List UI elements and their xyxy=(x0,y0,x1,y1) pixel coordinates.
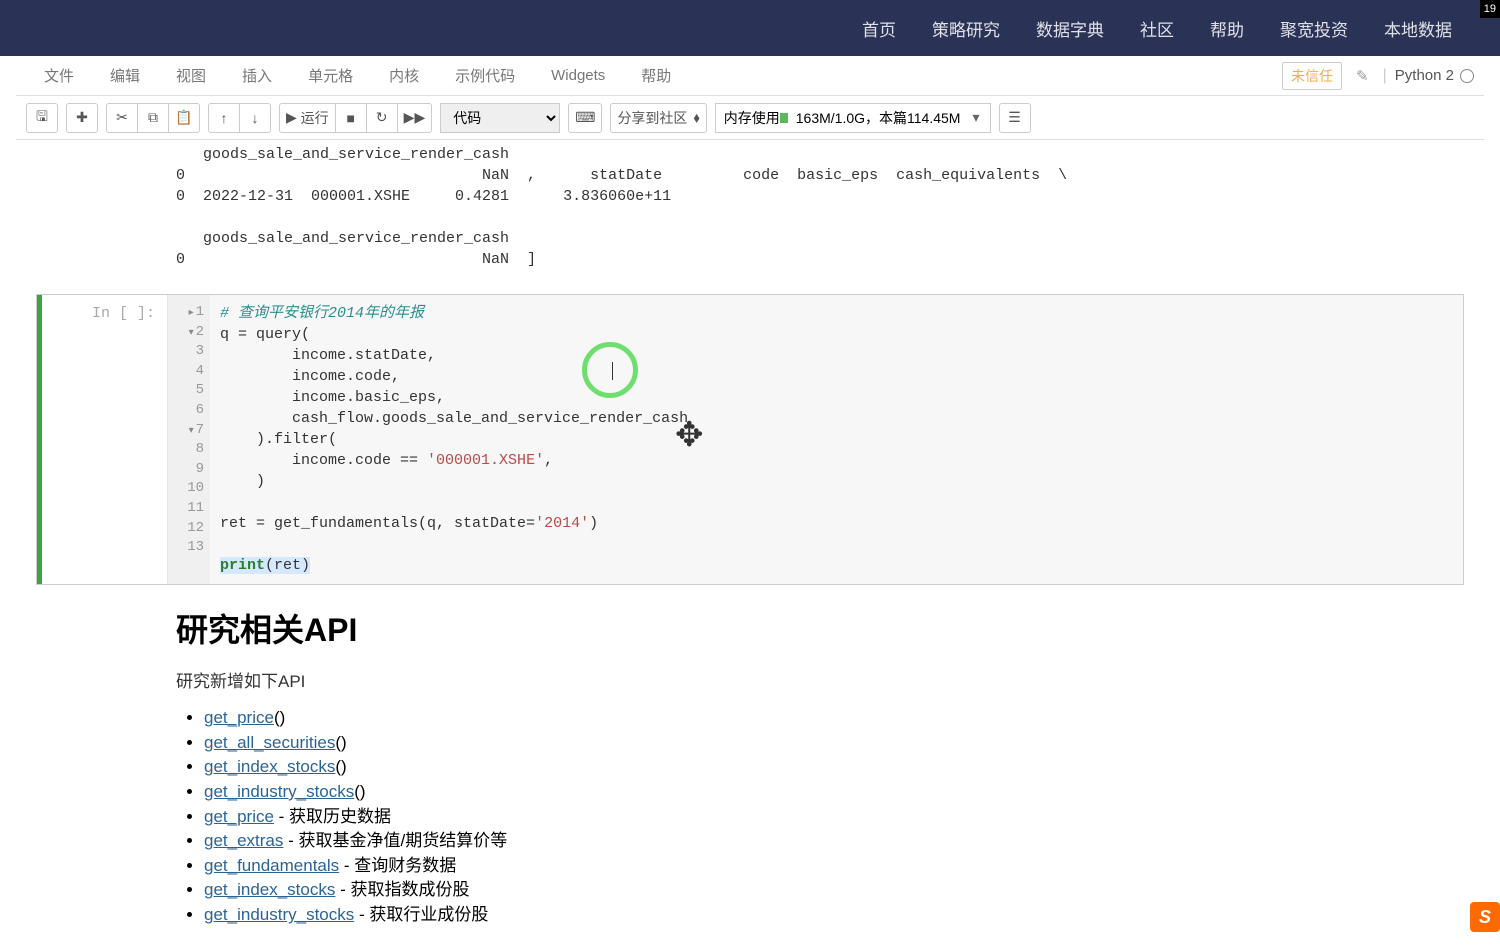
nav-community[interactable]: 社区 xyxy=(1122,16,1192,41)
mem-value: 163M/1.0G，本篇114.45M xyxy=(790,108,967,128)
api-list: get_price() get_all_securities() get_ind… xyxy=(176,706,1324,928)
list-item: get_index_stocks() xyxy=(204,755,1324,780)
code-editor[interactable]: # 查询平安银行2014年的年报 q = query( income.statD… xyxy=(210,295,1463,584)
pencil-icon[interactable]: ✎ xyxy=(1350,67,1375,85)
kernel-indicator[interactable]: Python 2 xyxy=(1395,67,1474,84)
menu-cell[interactable]: 单元格 xyxy=(290,59,371,92)
list-item: get_price() xyxy=(204,706,1324,731)
nav-dictionary[interactable]: 数据字典 xyxy=(1018,16,1122,41)
command-palette-button[interactable]: ⌨ xyxy=(568,103,602,133)
menu-bar: 文件 编辑 视图 插入 单元格 内核 示例代码 Widgets 帮助 未信任 ✎… xyxy=(16,56,1484,96)
stop-button[interactable]: ■ xyxy=(335,103,367,133)
scissors-icon: ✂ xyxy=(116,109,128,126)
menu-view[interactable]: 视图 xyxy=(158,59,224,92)
copy-button[interactable]: ⧉ xyxy=(137,103,169,133)
list-item: get_price - 获取历史数据 xyxy=(204,805,1324,830)
markdown-section: 研究相关API 研究新增如下API get_price() get_all_se… xyxy=(36,585,1464,948)
menu-widgets[interactable]: Widgets xyxy=(533,61,623,90)
arrow-down-icon: ↓ xyxy=(252,110,259,126)
plus-icon: ✚ xyxy=(76,109,88,126)
previous-output: goods_sale_and_service_render_cash 0 NaN… xyxy=(36,144,1464,270)
trust-indicator[interactable]: 未信任 xyxy=(1282,62,1342,90)
move-up-button[interactable]: ↑ xyxy=(208,103,240,133)
memory-usage[interactable]: 内存使用 163M/1.0G，本篇114.45M ▾ xyxy=(715,103,991,133)
mem-label: 内存使用 xyxy=(724,108,780,128)
save-button[interactable]: 🖫 xyxy=(26,103,58,133)
kernel-name: Python 2 xyxy=(1395,67,1454,84)
save-icon: 🖫 xyxy=(36,106,48,130)
section-heading: 研究相关API xyxy=(176,605,1324,651)
nav-invest[interactable]: 聚宽投资 xyxy=(1262,16,1366,41)
menu-kernel[interactable]: 内核 xyxy=(371,59,437,92)
list-item: get_extras - 获取基金净值/期货结算价等 xyxy=(204,829,1324,854)
arrow-up-icon: ↑ xyxy=(221,110,228,126)
menu-edit[interactable]: 编辑 xyxy=(92,59,158,92)
list-view-button[interactable]: ☰ xyxy=(999,103,1031,133)
menu-file[interactable]: 文件 xyxy=(26,59,92,92)
add-cell-button[interactable]: ✚ xyxy=(66,103,98,133)
list-item: get_fundamentals - 查询财务数据 xyxy=(204,854,1324,879)
cell-prompt: In [ ]: xyxy=(37,295,167,584)
corner-badge: 19 xyxy=(1480,0,1500,18)
line-numbers: ▸1 ▾2 3 4 5 6 ▾7 8 9 10 11 12 13 xyxy=(168,295,210,584)
cut-button[interactable]: ✂ xyxy=(106,103,138,133)
restart-button[interactable]: ↻ xyxy=(366,103,398,133)
nav-help[interactable]: 帮助 xyxy=(1192,16,1262,41)
run-button[interactable]: ▶ 运行 xyxy=(279,103,336,133)
fast-forward-icon: ▶▶ xyxy=(404,109,426,126)
nav-home[interactable]: 首页 xyxy=(844,16,914,41)
nav-strategy[interactable]: 策略研究 xyxy=(914,16,1018,41)
mem-bar xyxy=(780,113,788,123)
move-down-button[interactable]: ↓ xyxy=(239,103,271,133)
stop-icon: ■ xyxy=(346,110,354,126)
list-item: get_index_stocks - 获取指数成份股 xyxy=(204,878,1324,903)
fast-forward-button[interactable]: ▶▶ xyxy=(397,103,433,133)
list-item: get_industry_stocks() xyxy=(204,780,1324,805)
toolbar: 🖫 ✚ ✂ ⧉ 📋 ↑ ↓ ▶ 运行 ■ ↻ ▶▶ 代码 ⌨ 分享到社区 ⬧ 内… xyxy=(16,96,1484,140)
section-intro: 研究新增如下API xyxy=(176,667,1324,692)
list-item: get_all_securities() xyxy=(204,731,1324,756)
nav-localdata[interactable]: 本地数据 xyxy=(1366,16,1470,41)
cell-type-select[interactable]: 代码 xyxy=(440,103,560,133)
share-button[interactable]: 分享到社区 ⬧ xyxy=(610,103,706,133)
paste-icon: 📋 xyxy=(175,109,192,126)
keyboard-icon: ⌨ xyxy=(575,109,595,126)
menu-insert[interactable]: 插入 xyxy=(224,59,290,92)
share-icon: ⬧ xyxy=(693,109,699,126)
copy-icon: ⧉ xyxy=(148,109,158,126)
menu-example[interactable]: 示例代码 xyxy=(437,59,533,92)
refresh-icon: ↻ xyxy=(376,109,388,126)
caret-down-icon: ▾ xyxy=(966,109,985,126)
divider: | xyxy=(1383,67,1387,85)
code-cell[interactable]: In [ ]: ▸1 ▾2 3 4 5 6 ▾7 8 9 10 11 12 13 xyxy=(36,294,1464,585)
menu-help[interactable]: 帮助 xyxy=(623,59,689,92)
top-navigation: 首页 策略研究 数据字典 社区 帮助 聚宽投资 本地数据 xyxy=(0,0,1500,56)
list-item: get_industry_stocks - 获取行业成份股 xyxy=(204,903,1324,928)
list-icon: ☰ xyxy=(1008,109,1021,126)
play-icon: ▶ xyxy=(286,109,297,126)
paste-button[interactable]: 📋 xyxy=(168,103,200,133)
kernel-status-icon xyxy=(1460,69,1474,83)
sogou-ime-icon[interactable]: S xyxy=(1470,902,1500,932)
